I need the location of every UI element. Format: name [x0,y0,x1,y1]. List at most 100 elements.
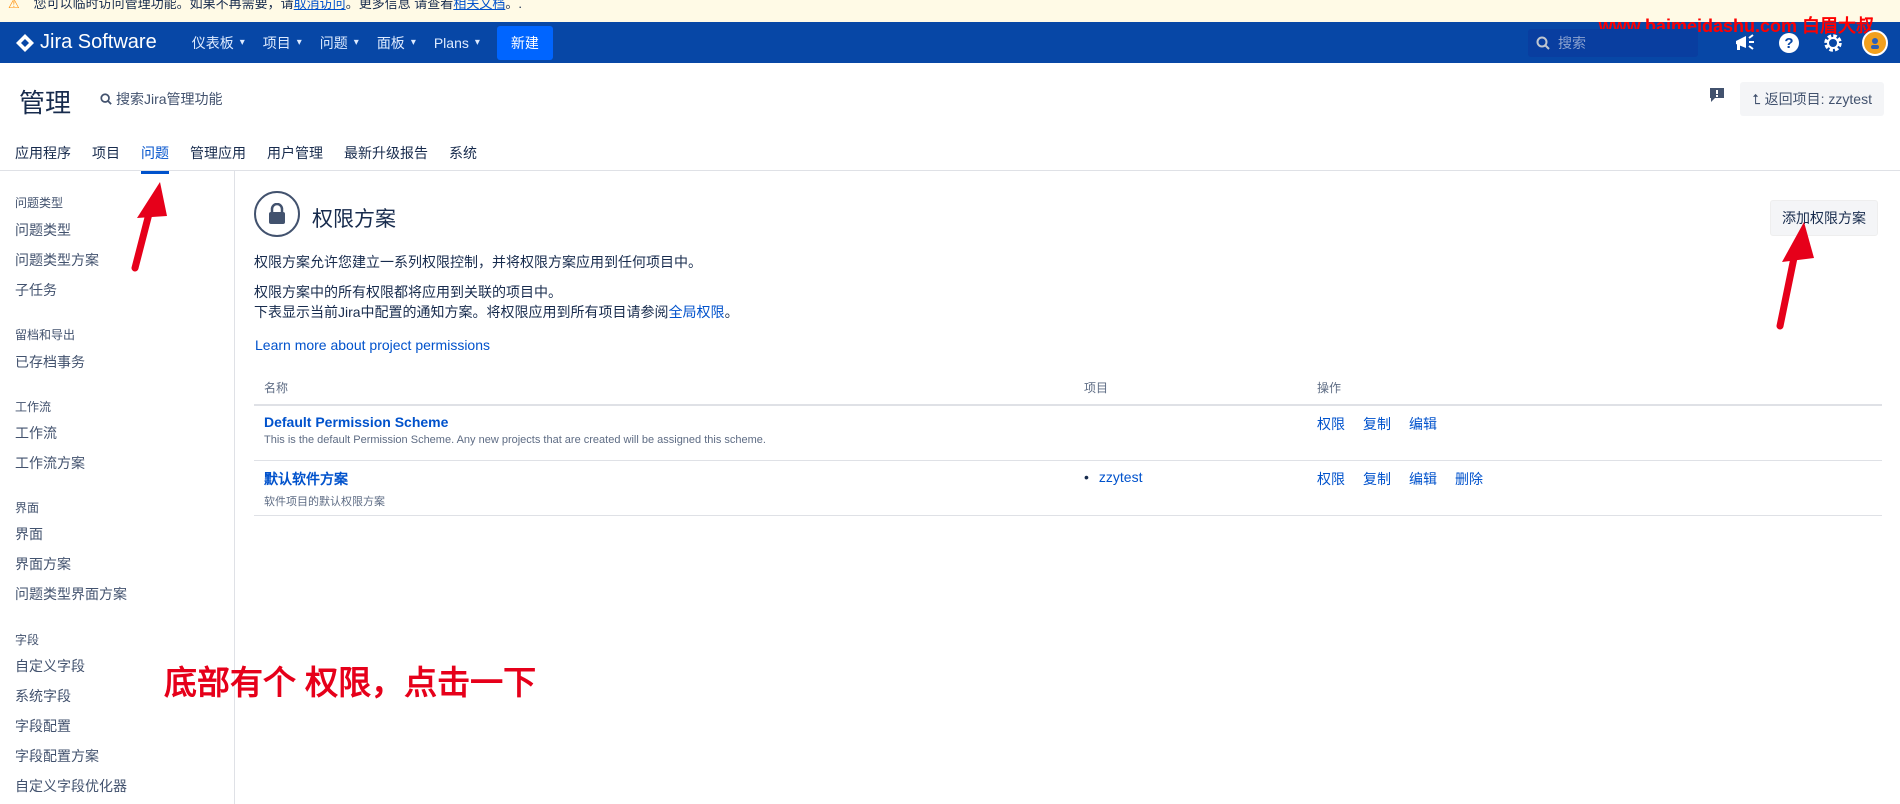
copy-link[interactable]: 复制 [1363,471,1391,487]
sidebar-item-subtasks[interactable]: 子任务 [15,280,57,300]
announcement-icon[interactable] [1730,28,1760,58]
global-permissions-link[interactable]: 全局权限 [669,304,725,320]
top-navigation: Jira Software 仪表板 ▾ 项目 ▾ 问题 ▾ 面板 ▾ Plans ▾ 新建… [0,16,1900,63]
description-3-tail: 。 [724,304,739,320]
nav-projects-label: 项目 [262,34,291,51]
sidebar-group-screens: 界面 [15,501,40,515]
tab-issues[interactable]: 问题 [141,143,169,174]
feedback-icon[interactable] [1709,87,1725,106]
nav-dashboards[interactable]: 仪表板 ▾ [183,22,254,63]
nav-plans[interactable]: Plans ▾ [425,22,489,63]
tab-system[interactable]: 系统 [449,143,477,174]
docs-link[interactable]: 相关文档 [453,0,505,11]
permissions-link[interactable]: 权限 [1317,471,1345,487]
annotation-arrow-icon [131,182,167,272]
scheme-operations-cell: 权限 复制 编辑 删除 [1307,460,1882,516]
sidebar-item-workflow-schemes[interactable]: 工作流方案 [15,453,85,473]
sidebar-item-issue-types[interactable]: 问题类型 [15,220,71,240]
settings-gear-icon[interactable] [1818,28,1848,58]
cancel-access-link[interactable]: 取消访问 [294,0,346,11]
annotation-text: 底部有个 权限，点击一下 [164,664,537,701]
lock-icon [254,191,300,237]
scheme-projects-cell [1074,405,1307,461]
main-nav-menu: 仪表板 ▾ 项目 ▾ 问题 ▾ 面板 ▾ Plans ▾ 新建 [183,22,553,63]
chevron-down-icon: ▾ [353,37,359,48]
sidebar-item-screen-schemes[interactable]: 界面方案 [15,554,71,574]
page-title: 管理 [19,88,72,118]
project-link[interactable]: zzytest [1099,469,1143,485]
copy-link[interactable]: 复制 [1363,416,1391,432]
description-3-text: 下表显示当前Jira中配置的通知方案。将权限应用到所有项目请参阅 [254,304,669,320]
scheme-name-link[interactable]: Default Permission Scheme [264,414,1064,430]
sidebar-item-field-configurations[interactable]: 字段配置 [15,716,71,736]
nav-dashboards-label: 仪表板 [191,34,234,51]
scheme-name-cell: 默认软件方案 软件项目的默认权限方案 [254,460,1074,516]
description-2: 权限方案中的所有权限都将应用到关联的项目中。 [254,284,562,300]
user-avatar[interactable] [1862,29,1888,56]
search-placeholder: 搜索 [1558,34,1586,51]
chevron-down-icon: ▾ [239,37,245,48]
banner-mid-text: 。更多信息 请查看 [345,0,454,11]
search-icon [1536,36,1550,50]
tab-projects[interactable]: 项目 [92,143,120,174]
sidebar-group-issue-types: 问题类型 [15,196,64,210]
permission-schemes-title: 权限方案 [312,208,396,231]
sidebar-item-workflows[interactable]: 工作流 [15,423,57,443]
col-operations: 操作 [1307,373,1882,406]
nav-boards[interactable]: 面板 ▾ [368,22,425,63]
sidebar-item-issue-type-screen-schemes[interactable]: 问题类型界面方案 [15,584,127,604]
tab-manage-apps[interactable]: 管理应用 [190,143,246,174]
admin-search-label: 搜索Jira管理功能 [116,91,223,107]
global-search-input[interactable]: 搜索 [1528,28,1698,57]
admin-search-link[interactable]: 搜索Jira管理功能 [100,89,223,109]
create-button[interactable]: 新建 [496,25,553,60]
delete-link[interactable]: 删除 [1455,471,1483,487]
back-to-project-button[interactable]: ⮤ 返回项目: zzytest [1740,82,1884,116]
permissions-link[interactable]: 权限 [1317,416,1345,432]
nav-issues-label: 问题 [319,34,348,51]
nav-plans-label: Plans [433,34,469,51]
sidebar-item-field-config-schemes[interactable]: 字段配置方案 [15,746,99,766]
scheme-name-link[interactable]: 默认软件方案 [264,469,1064,489]
chevron-down-icon: ▾ [474,37,480,48]
scheme-description: This is the default Permission Scheme. A… [264,434,766,446]
scheme-operations-cell: 权限 复制 编辑 [1307,405,1882,461]
sidebar-item-archived-issues[interactable]: 已存档事务 [15,352,85,372]
table-row: Default Permission Scheme This is the de… [254,405,1882,461]
nav-right-tools: 搜索 ? [1528,22,1888,63]
edit-link[interactable]: 编辑 [1409,471,1437,487]
sidebar-item-issue-type-schemes[interactable]: 问题类型方案 [15,250,99,270]
tab-applications[interactable]: 应用程序 [15,143,71,174]
tab-upgrade-report[interactable]: 最新升级报告 [344,143,428,174]
chevron-down-icon: ▾ [296,37,302,48]
edit-link[interactable]: 编辑 [1409,416,1437,432]
sidebar-item-system-fields[interactable]: 系统字段 [15,686,71,706]
annotation-arrow-icon [1776,222,1814,330]
jira-diamond-icon [16,33,34,52]
admin-tabs: 应用程序 项目 问题 管理应用 用户管理 最新升级报告 系统 [15,143,498,174]
back-to-project-label: 返回项目: zzytest [1764,91,1872,107]
col-projects: 项目 [1074,373,1307,406]
table-header-row: 名称 项目 操作 [254,373,1882,406]
scheme-name-cell: Default Permission Scheme This is the de… [254,405,1074,461]
sidebar-item-custom-fields[interactable]: 自定义字段 [15,656,85,676]
learn-more-link[interactable]: Learn more about project permissions [255,337,490,353]
banner-tail: 。. [505,0,522,11]
jira-logo[interactable]: Jira Software [16,31,157,54]
sidebar-item-custom-field-optimizer[interactable]: 自定义字段优化器 [15,776,127,796]
help-icon[interactable]: ? [1774,28,1804,58]
nav-projects[interactable]: 项目 ▾ [254,22,311,63]
logo-text: Jira Software [40,31,157,53]
banner-text: 您可以临时访问管理功能。如果不再需要，请 [33,0,294,11]
sidebar-item-screens[interactable]: 界面 [15,524,43,544]
table-row: 默认软件方案 软件项目的默认权限方案 • zzytest 权限 复制 编辑 删除 [254,460,1882,516]
nav-boards-label: 面板 [376,34,405,51]
description-3: 下表显示当前Jira中配置的通知方案。将权限应用到所有项目请参阅全局权限。 [254,302,739,322]
nav-issues[interactable]: 问题 ▾ [311,22,368,63]
chevron-down-icon: ▾ [410,37,416,48]
sidebar-group-fields: 字段 [15,633,40,647]
scheme-description: 软件项目的默认权限方案 [264,495,385,508]
tab-user-management[interactable]: 用户管理 [267,143,323,174]
svg-text:?: ? [1784,35,1793,52]
scheme-projects-cell: • zzytest [1074,460,1307,516]
